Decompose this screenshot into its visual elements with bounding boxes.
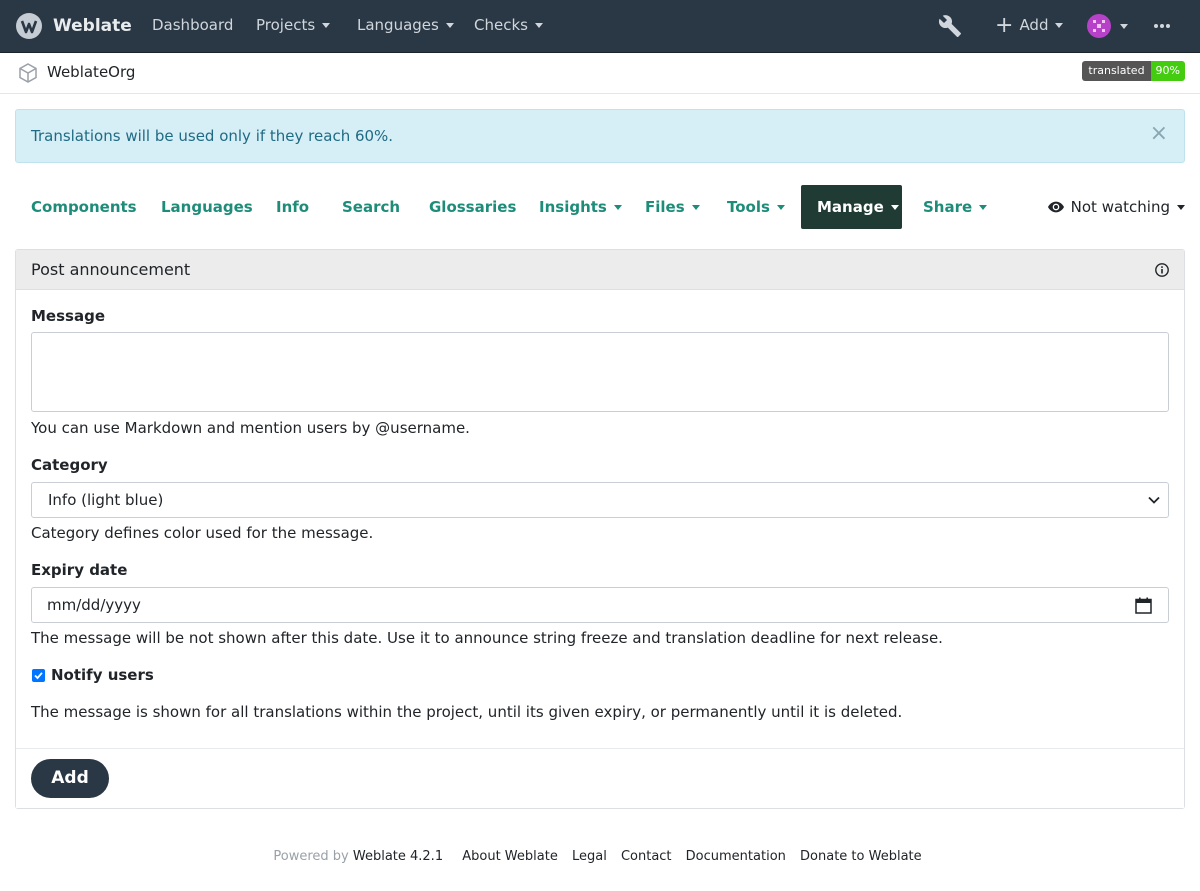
wrench-icon[interactable] bbox=[937, 14, 963, 38]
expiry-placeholder: mm/dd/yyyy bbox=[47, 596, 141, 614]
footer-contact-link[interactable]: Contact bbox=[621, 849, 672, 864]
brand-link[interactable]: Weblate bbox=[15, 11, 132, 41]
panel-title: Post announcement bbox=[31, 260, 191, 279]
chevron-down-icon bbox=[1177, 204, 1185, 210]
nav-dashboard[interactable]: Dashboard bbox=[152, 0, 233, 52]
panel-header: Post announcement bbox=[16, 250, 1184, 290]
footer-about-link[interactable]: About Weblate bbox=[462, 849, 558, 864]
tab-components[interactable]: Components bbox=[15, 185, 153, 229]
message-help: You can use Markdown and mention users b… bbox=[31, 419, 470, 437]
tab-insights[interactable]: Insights bbox=[523, 185, 638, 229]
chevron-down-icon bbox=[613, 205, 622, 210]
category-help: Category defines color used for the mess… bbox=[31, 524, 374, 542]
powered-by-text: Powered by bbox=[273, 849, 349, 864]
announcement-panel: Post announcement Message You can use Ma… bbox=[15, 249, 1185, 809]
chevron-down-icon bbox=[1055, 23, 1064, 28]
tab-files[interactable]: Files bbox=[629, 185, 716, 229]
tab-manage[interactable]: Manage bbox=[801, 185, 902, 229]
check-icon bbox=[34, 672, 43, 680]
badge-value: 90% bbox=[1150, 61, 1185, 81]
project-icon bbox=[19, 63, 37, 83]
nav-projects[interactable]: Projects bbox=[256, 0, 331, 52]
top-navbar: Weblate Dashboard Projects Languages Che… bbox=[0, 0, 1200, 53]
weblate-logo-icon bbox=[16, 13, 42, 39]
user-menu[interactable] bbox=[1087, 14, 1128, 38]
add-button[interactable]: Add bbox=[31, 759, 109, 798]
tab-languages[interactable]: Languages bbox=[145, 185, 269, 229]
calendar-icon[interactable] bbox=[1135, 597, 1152, 614]
category-label: Category bbox=[31, 456, 108, 474]
tab-glossaries[interactable]: Glossaries bbox=[413, 185, 532, 229]
category-select[interactable]: Info (light blue) bbox=[31, 482, 1169, 518]
project-tabs: Components Languages Info Search Glossar… bbox=[15, 185, 1185, 229]
chevron-down-icon bbox=[979, 205, 988, 210]
notify-help: The message is shown for all translation… bbox=[31, 703, 903, 721]
nav-languages[interactable]: Languages bbox=[357, 0, 454, 52]
expiry-date-input[interactable]: mm/dd/yyyy bbox=[31, 587, 1169, 623]
notify-users-label[interactable]: Notify users bbox=[51, 666, 154, 684]
expiry-help: The message will be not shown after this… bbox=[31, 629, 943, 647]
translation-status-badge[interactable]: translated 90% bbox=[1082, 61, 1185, 81]
badge-label: translated bbox=[1082, 61, 1151, 81]
info-icon[interactable] bbox=[1155, 263, 1169, 277]
chevron-down-icon bbox=[1148, 496, 1160, 504]
more-icon[interactable] bbox=[1153, 23, 1171, 29]
tab-search[interactable]: Search bbox=[326, 185, 416, 229]
breadcrumb-project[interactable]: WeblateOrg bbox=[47, 63, 135, 81]
chevron-down-icon bbox=[691, 205, 700, 210]
tab-share[interactable]: Share bbox=[907, 185, 1003, 229]
brand-name: Weblate bbox=[53, 16, 132, 36]
footer-legal-link[interactable]: Legal bbox=[572, 849, 607, 864]
breadcrumb: WeblateOrg translated 90% bbox=[0, 53, 1200, 94]
chevron-down-icon bbox=[776, 205, 785, 210]
tab-tools[interactable]: Tools bbox=[711, 185, 801, 229]
info-alert: Translations will be used only if they r… bbox=[15, 109, 1185, 163]
tab-info[interactable]: Info bbox=[260, 185, 325, 229]
chevron-down-icon bbox=[890, 205, 899, 210]
eye-icon bbox=[1047, 201, 1064, 213]
page-footer: Powered by Weblate 4.2.1 About Weblate L… bbox=[0, 849, 1200, 864]
nav-checks[interactable]: Checks bbox=[474, 0, 543, 52]
chevron-down-icon bbox=[534, 23, 543, 28]
alert-text: Translations will be used only if they r… bbox=[31, 127, 394, 145]
plus-icon: + bbox=[995, 13, 1014, 38]
chevron-down-icon bbox=[322, 23, 331, 28]
chevron-down-icon bbox=[1120, 23, 1128, 29]
chevron-down-icon bbox=[445, 23, 454, 28]
avatar-icon bbox=[1087, 14, 1111, 38]
message-label: Message bbox=[31, 307, 105, 325]
footer-donate-link[interactable]: Donate to Weblate bbox=[800, 849, 922, 864]
footer-docs-link[interactable]: Documentation bbox=[686, 849, 786, 864]
message-textarea[interactable] bbox=[31, 332, 1169, 412]
close-icon[interactable]: × bbox=[1150, 123, 1168, 145]
watch-dropdown[interactable]: Not watching bbox=[1047, 185, 1185, 229]
expiry-label: Expiry date bbox=[31, 561, 128, 579]
notify-users-checkbox[interactable] bbox=[32, 669, 45, 682]
category-selected-value: Info (light blue) bbox=[48, 491, 164, 509]
add-menu[interactable]: + Add bbox=[995, 0, 1064, 52]
panel-footer: Add bbox=[16, 748, 1184, 808]
footer-version-link[interactable]: Weblate 4.2.1 bbox=[353, 849, 443, 864]
